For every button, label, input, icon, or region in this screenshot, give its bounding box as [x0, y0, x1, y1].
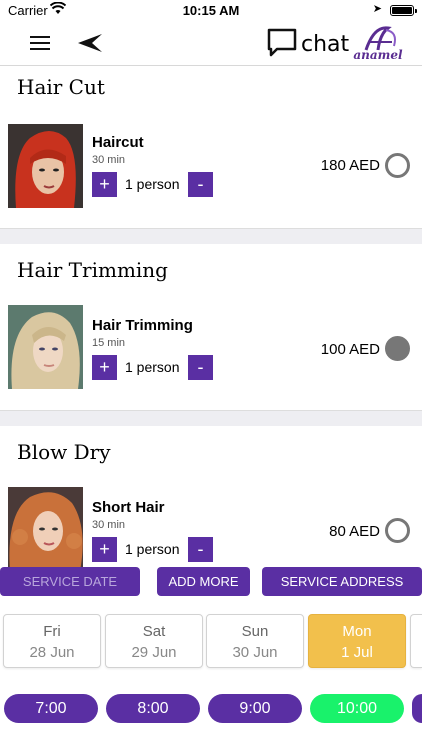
day-date: 30 Jun [232, 644, 278, 661]
anamel-logo: anamel [352, 24, 404, 64]
time-slot[interactable]: 8:00 [106, 694, 200, 723]
hamburger-icon[interactable] [30, 36, 50, 52]
status-bar: Carrier 10:15 AM ➤ [0, 0, 422, 22]
section-title: Hair Cut [17, 75, 105, 99]
section-title: Hair Trimming [17, 258, 168, 282]
select-radio[interactable] [385, 153, 410, 178]
service-name: Short Hair [92, 499, 165, 516]
chat-label: chat [301, 32, 350, 57]
minus-button[interactable]: - [188, 172, 213, 197]
time-slot-partial[interactable] [412, 694, 422, 723]
day-date: 29 Jun [131, 644, 177, 661]
plus-button[interactable]: + [92, 355, 117, 380]
time-slot[interactable]: 7:00 [4, 694, 98, 723]
section-divider [0, 228, 422, 244]
day-name: Fri [43, 623, 61, 640]
select-radio[interactable] [385, 336, 410, 361]
service-image-haircut [8, 124, 83, 208]
add-more-button[interactable]: ADD MORE [157, 567, 250, 596]
day-date: 28 Jun [29, 644, 75, 661]
person-count: 1 person [125, 359, 180, 375]
section-hair-trimming: Hair Trimming Hair Trimming 15 min + 1 p… [0, 245, 422, 407]
service-image-blow-dry [8, 487, 83, 567]
day-card[interactable]: Sun 30 Jun [206, 614, 304, 668]
plus-button[interactable]: + [92, 537, 117, 562]
back-arrow-icon[interactable] [76, 32, 104, 59]
service-price: 100 AED [320, 341, 380, 358]
day-name: Sat [142, 623, 166, 640]
service-duration: 30 min [92, 519, 126, 531]
person-count: 1 person [125, 541, 180, 557]
day-card-selected[interactable]: Mon 1 Jul [308, 614, 406, 668]
location-icon: ➤ [372, 3, 382, 15]
service-name: Haircut [92, 134, 144, 151]
service-price: 180 AED [320, 157, 380, 174]
service-price: 80 AED [329, 523, 380, 540]
minus-button[interactable]: - [188, 537, 213, 562]
chat-bubble-icon [267, 28, 297, 57]
plus-button[interactable]: + [92, 172, 117, 197]
section-hair-cut: Hair Cut Haircut 30 min + 1 person - 180… [0, 67, 422, 227]
logo-text: anamel [353, 48, 403, 62]
section-title: Blow Dry [17, 440, 111, 464]
section-divider [0, 410, 422, 426]
time-slot[interactable]: 9:00 [208, 694, 302, 723]
time-slot-selector: 7:00 8:00 9:00 10:00 [0, 694, 422, 724]
day-card[interactable]: Fri 28 Jun [3, 614, 101, 668]
service-duration: 15 min [92, 337, 126, 349]
day-date: 1 Jul [341, 644, 373, 661]
service-duration: 30 min [92, 154, 126, 166]
day-name: Sun [241, 623, 269, 640]
time-slot-selected[interactable]: 10:00 [310, 694, 404, 723]
day-name: Mon [342, 623, 372, 640]
action-bar: SERVICE DATE ADD MORE SERVICE ADDRESS [0, 567, 422, 597]
person-count: 1 person [125, 176, 180, 192]
day-card[interactable]: Sat 29 Jun [105, 614, 203, 668]
status-time: 10:15 AM [182, 3, 240, 18]
service-name: Hair Trimming [92, 317, 193, 334]
day-card-partial[interactable] [410, 614, 422, 668]
section-blow-dry: Blow Dry Short Hair 30 min + 1 person - … [0, 427, 422, 567]
service-image-trimming [8, 305, 83, 389]
nav-bar: chat anamel [0, 22, 422, 66]
day-selector: Fri 28 Jun Sat 29 Jun Sun 30 Jun Mon 1 J… [0, 614, 422, 670]
select-radio[interactable] [385, 518, 410, 543]
minus-button[interactable]: - [188, 355, 213, 380]
service-address-button[interactable]: SERVICE ADDRESS [262, 567, 422, 596]
battery-icon [390, 5, 417, 16]
service-date-button[interactable]: SERVICE DATE [0, 567, 140, 596]
